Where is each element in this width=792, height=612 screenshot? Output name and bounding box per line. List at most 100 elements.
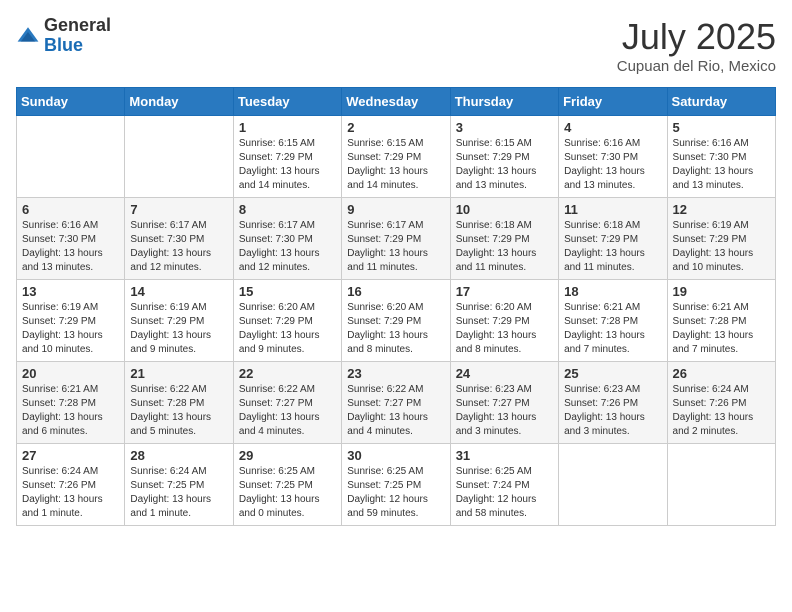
day-number: 22: [239, 366, 336, 381]
day-number: 18: [564, 284, 661, 299]
calendar-week-row: 27 Sunrise: 6:24 AM Sunset: 7:26 PM Dayli…: [17, 444, 776, 526]
table-row: [125, 116, 233, 198]
day-info: Sunrise: 6:18 AM Sunset: 7:29 PM Dayligh…: [564, 219, 661, 275]
calendar-header-row: Sunday Monday Tuesday Wednesday Thursday…: [17, 88, 776, 116]
day-info: Sunrise: 6:23 AM Sunset: 7:26 PM Dayligh…: [564, 383, 661, 439]
day-number: 2: [347, 120, 444, 135]
table-row: 11Sunrise: 6:18 AM Sunset: 7:29 PM Dayli…: [559, 198, 667, 280]
day-number: 15: [239, 284, 336, 299]
day-number: 24: [456, 366, 553, 381]
table-row: 2 Sunrise: 6:15 AM Sunset: 7:29 PM Daylig…: [342, 116, 450, 198]
day-info: Sunrise: 6:21 AM Sunset: 7:28 PM Dayligh…: [22, 383, 119, 439]
table-row: 10 Sunrise: 6:18 AM Sunset: 7:29 PM Dayli…: [450, 198, 558, 280]
day-info: Sunrise: 6:16 AM Sunset: 7:30 PM Dayligh…: [22, 219, 119, 275]
table-row: 5Sunrise: 6:16 AM Sunset: 7:30 PM Daylig…: [667, 116, 775, 198]
day-info: Sunrise: 6:21 AM Sunset: 7:28 PM Dayligh…: [673, 301, 770, 357]
day-info: Sunrise: 6:25 AM Sunset: 7:24 PM Dayligh…: [456, 465, 553, 521]
table-row: 24Sunrise: 6:23 AM Sunset: 7:27 PM Dayli…: [450, 362, 558, 444]
day-info: Sunrise: 6:25 AM Sunset: 7:25 PM Dayligh…: [347, 465, 444, 521]
col-friday: Friday: [559, 88, 667, 116]
day-number: 12: [673, 202, 770, 217]
calendar-week-row: 20 Sunrise: 6:21 AM Sunset: 7:28 PM Dayli…: [17, 362, 776, 444]
table-row: [559, 444, 667, 526]
day-info: Sunrise: 6:20 AM Sunset: 7:29 PM Dayligh…: [456, 301, 553, 357]
table-row: [17, 116, 125, 198]
day-number: 8: [239, 202, 336, 217]
day-info: Sunrise: 6:19 AM Sunset: 7:29 PM Dayligh…: [130, 301, 227, 357]
day-number: 9: [347, 202, 444, 217]
logo-blue-text: Blue: [44, 36, 111, 56]
table-row: 15 Sunrise: 6:20 AM Sunset: 7:29 PM Dayli…: [233, 280, 341, 362]
day-info: Sunrise: 6:24 AM Sunset: 7:25 PM Dayligh…: [130, 465, 227, 521]
day-number: 30: [347, 448, 444, 463]
col-saturday: Saturday: [667, 88, 775, 116]
table-row: 12 Sunrise: 6:19 AM Sunset: 7:29 PM Dayli…: [667, 198, 775, 280]
logo-general-text: General: [44, 16, 111, 36]
col-wednesday: Wednesday: [342, 88, 450, 116]
day-number: 25: [564, 366, 661, 381]
day-number: 20: [22, 366, 119, 381]
table-row: 22 Sunrise: 6:22 AM Sunset: 7:27 PM Dayli…: [233, 362, 341, 444]
day-number: 16: [347, 284, 444, 299]
day-number: 21: [130, 366, 227, 381]
day-number: 27: [22, 448, 119, 463]
day-number: 6: [22, 202, 119, 217]
table-row: 6 Sunrise: 6:16 AM Sunset: 7:30 PM Daylig…: [17, 198, 125, 280]
day-number: 10: [456, 202, 553, 217]
day-info: Sunrise: 6:22 AM Sunset: 7:27 PM Dayligh…: [239, 383, 336, 439]
table-row: [667, 444, 775, 526]
table-row: 20 Sunrise: 6:21 AM Sunset: 7:28 PM Dayli…: [17, 362, 125, 444]
calendar-week-row: 1Sunrise: 6:15 AM Sunset: 7:29 PM Daylig…: [17, 116, 776, 198]
calendar-week-row: 6 Sunrise: 6:16 AM Sunset: 7:30 PM Daylig…: [17, 198, 776, 280]
table-row: 17 Sunrise: 6:20 AM Sunset: 7:29 PM Dayli…: [450, 280, 558, 362]
day-info: Sunrise: 6:15 AM Sunset: 7:29 PM Dayligh…: [347, 137, 444, 193]
logo-text: General Blue: [44, 16, 111, 56]
day-info: Sunrise: 6:18 AM Sunset: 7:29 PM Dayligh…: [456, 219, 553, 275]
day-info: Sunrise: 6:15 AM Sunset: 7:29 PM Dayligh…: [456, 137, 553, 193]
table-row: 31Sunrise: 6:25 AM Sunset: 7:24 PM Dayli…: [450, 444, 558, 526]
day-number: 28: [130, 448, 227, 463]
day-number: 29: [239, 448, 336, 463]
day-info: Sunrise: 6:19 AM Sunset: 7:29 PM Dayligh…: [673, 219, 770, 275]
day-number: 13: [22, 284, 119, 299]
col-thursday: Thursday: [450, 88, 558, 116]
day-info: Sunrise: 6:19 AM Sunset: 7:29 PM Dayligh…: [22, 301, 119, 357]
location-subtitle: Cupuan del Rio, Mexico: [617, 58, 776, 75]
day-info: Sunrise: 6:25 AM Sunset: 7:25 PM Dayligh…: [239, 465, 336, 521]
day-info: Sunrise: 6:20 AM Sunset: 7:29 PM Dayligh…: [239, 301, 336, 357]
logo: General Blue: [16, 16, 111, 56]
day-number: 19: [673, 284, 770, 299]
logo-icon: [16, 24, 40, 48]
day-number: 26: [673, 366, 770, 381]
table-row: 7 Sunrise: 6:17 AM Sunset: 7:30 PM Daylig…: [125, 198, 233, 280]
day-number: 14: [130, 284, 227, 299]
table-row: 26 Sunrise: 6:24 AM Sunset: 7:26 PM Dayli…: [667, 362, 775, 444]
day-number: 23: [347, 366, 444, 381]
day-info: Sunrise: 6:24 AM Sunset: 7:26 PM Dayligh…: [22, 465, 119, 521]
table-row: 3 Sunrise: 6:15 AM Sunset: 7:29 PM Daylig…: [450, 116, 558, 198]
table-row: 9Sunrise: 6:17 AM Sunset: 7:29 PM Daylig…: [342, 198, 450, 280]
table-row: 16Sunrise: 6:20 AM Sunset: 7:29 PM Dayli…: [342, 280, 450, 362]
day-number: 7: [130, 202, 227, 217]
table-row: 8Sunrise: 6:17 AM Sunset: 7:30 PM Daylig…: [233, 198, 341, 280]
table-row: 14 Sunrise: 6:19 AM Sunset: 7:29 PM Dayli…: [125, 280, 233, 362]
calendar-week-row: 13 Sunrise: 6:19 AM Sunset: 7:29 PM Dayli…: [17, 280, 776, 362]
day-number: 4: [564, 120, 661, 135]
page-header: General Blue July 2025 Cupuan del Rio, M…: [16, 16, 776, 75]
calendar-table: Sunday Monday Tuesday Wednesday Thursday…: [16, 87, 776, 526]
day-info: Sunrise: 6:24 AM Sunset: 7:26 PM Dayligh…: [673, 383, 770, 439]
table-row: 27 Sunrise: 6:24 AM Sunset: 7:26 PM Dayli…: [17, 444, 125, 526]
day-info: Sunrise: 6:15 AM Sunset: 7:29 PM Dayligh…: [239, 137, 336, 193]
table-row: 25 Sunrise: 6:23 AM Sunset: 7:26 PM Dayli…: [559, 362, 667, 444]
title-block: July 2025 Cupuan del Rio, Mexico: [617, 16, 776, 75]
table-row: 29 Sunrise: 6:25 AM Sunset: 7:25 PM Dayli…: [233, 444, 341, 526]
day-info: Sunrise: 6:16 AM Sunset: 7:30 PM Dayligh…: [564, 137, 661, 193]
day-number: 5: [673, 120, 770, 135]
day-number: 3: [456, 120, 553, 135]
table-row: 18Sunrise: 6:21 AM Sunset: 7:28 PM Dayli…: [559, 280, 667, 362]
table-row: 19 Sunrise: 6:21 AM Sunset: 7:28 PM Dayli…: [667, 280, 775, 362]
table-row: 4 Sunrise: 6:16 AM Sunset: 7:30 PM Daylig…: [559, 116, 667, 198]
day-info: Sunrise: 6:17 AM Sunset: 7:30 PM Dayligh…: [130, 219, 227, 275]
month-year-title: July 2025: [617, 16, 776, 58]
day-number: 17: [456, 284, 553, 299]
